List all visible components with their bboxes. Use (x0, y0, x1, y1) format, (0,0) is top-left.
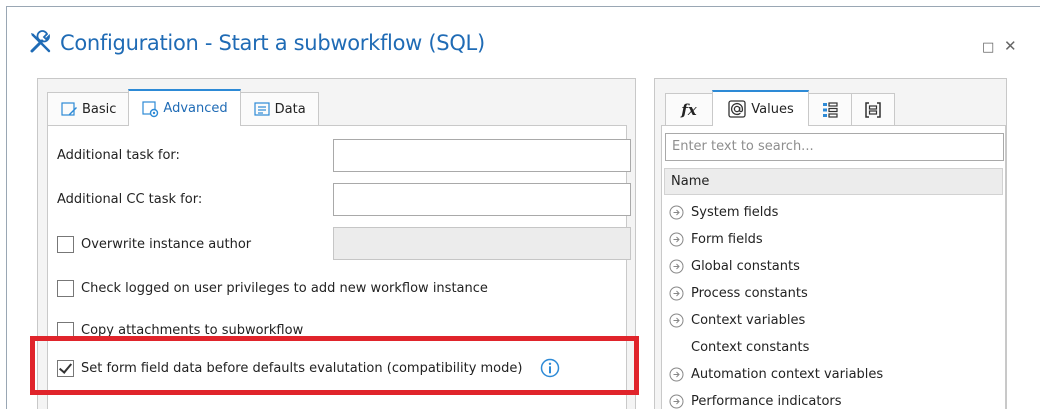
tree-item-label: Global constants (691, 259, 800, 274)
tab-advanced-label: Advanced (163, 101, 228, 116)
name-column-header[interactable]: Name (664, 168, 1003, 195)
expand-arrow-icon[interactable] (669, 259, 684, 274)
additional-task-input[interactable] (333, 139, 631, 172)
tab-numbered-list[interactable] (808, 93, 852, 125)
instance-author-input (333, 227, 631, 260)
close-icon[interactable]: ✕ (1004, 37, 1017, 55)
tree-item-automation-context-variables[interactable]: Automation context variables (664, 361, 1003, 388)
tab-advanced[interactable]: Advanced (128, 89, 241, 126)
expand-arrow-icon[interactable] (669, 232, 684, 247)
check-privileges-label: Check logged on user privileges to add n… (81, 281, 488, 296)
tools-icon (30, 30, 51, 53)
tree-item-form-fields[interactable]: Form fields (664, 226, 1003, 253)
tree-item-performance-indicators[interactable]: Performance indicators (664, 388, 1003, 409)
values-tree: System fields Form fields Global constan… (664, 199, 1003, 409)
tab-data[interactable]: Data (239, 92, 319, 125)
values-tabs: fx Values (665, 89, 895, 126)
maximize-icon[interactable]: □ (982, 40, 994, 55)
tab-basic-label: Basic (82, 101, 117, 117)
tree-item-context-variables[interactable]: Context variables (664, 307, 1003, 334)
function-icon: fx (681, 100, 697, 119)
tree-item-label: System fields (691, 205, 779, 220)
dialog-title: Configuration - Start a subworkflow (SQL… (28, 30, 485, 56)
check-privileges-checkbox[interactable] (57, 280, 74, 297)
settings-tabs: Basic Advanced Data (47, 87, 319, 126)
tab-data-label: Data (274, 101, 306, 117)
tab-values[interactable]: Values (712, 90, 809, 126)
expand-arrow-icon[interactable] (669, 394, 684, 409)
values-tab-content: Enter text to search... Name System fiel… (661, 125, 1006, 409)
search-input[interactable]: Enter text to search... (665, 133, 1004, 161)
tree-item-context-constants[interactable]: Context constants (664, 334, 1003, 361)
numbered-list-icon (823, 101, 838, 118)
additional-task-label: Additional task for: (57, 148, 180, 163)
tab-values-label: Values (751, 101, 794, 117)
at-sign-icon (728, 100, 746, 118)
tree-item-label: Performance indicators (691, 394, 842, 409)
bracket-list-icon (865, 101, 881, 118)
overwrite-author-checkbox[interactable] (57, 236, 74, 253)
additional-cc-task-input[interactable] (333, 183, 631, 216)
additional-cc-task-label: Additional CC task for: (57, 192, 203, 207)
values-panel: fx Values Enter text to search... Name S… (654, 78, 1007, 409)
tree-item-process-constants[interactable]: Process constants (664, 280, 1003, 307)
tree-item-global-constants[interactable]: Global constants (664, 253, 1003, 280)
expand-arrow-icon[interactable] (669, 286, 684, 301)
expand-arrow-icon[interactable] (669, 205, 684, 220)
check-privileges-row[interactable]: Check logged on user privileges to add n… (57, 280, 488, 297)
tab-basic[interactable]: Basic (47, 92, 130, 125)
list-doc-icon (254, 102, 270, 116)
overwrite-author-label: Overwrite instance author (81, 237, 252, 252)
overwrite-author-row[interactable]: Overwrite instance author (57, 236, 251, 253)
tree-item-label: Context constants (691, 340, 810, 355)
tab-functions[interactable]: fx (665, 93, 713, 125)
tree-item-label: Form fields (691, 232, 763, 247)
tab-bracket-list[interactable] (851, 93, 895, 125)
highlight-box (30, 336, 639, 395)
tree-item-label: Process constants (691, 286, 808, 301)
expand-arrow-icon[interactable] (669, 313, 684, 328)
expand-arrow-icon[interactable] (669, 367, 684, 382)
tree-item-label: Context variables (691, 313, 806, 328)
tree-item-system-fields[interactable]: System fields (664, 199, 1003, 226)
pencil-doc-icon (61, 102, 77, 116)
gear-doc-icon (142, 100, 159, 117)
dialog-title-text: Configuration - Start a subworkflow (SQL… (60, 31, 485, 55)
tree-item-label: Automation context variables (691, 367, 884, 382)
